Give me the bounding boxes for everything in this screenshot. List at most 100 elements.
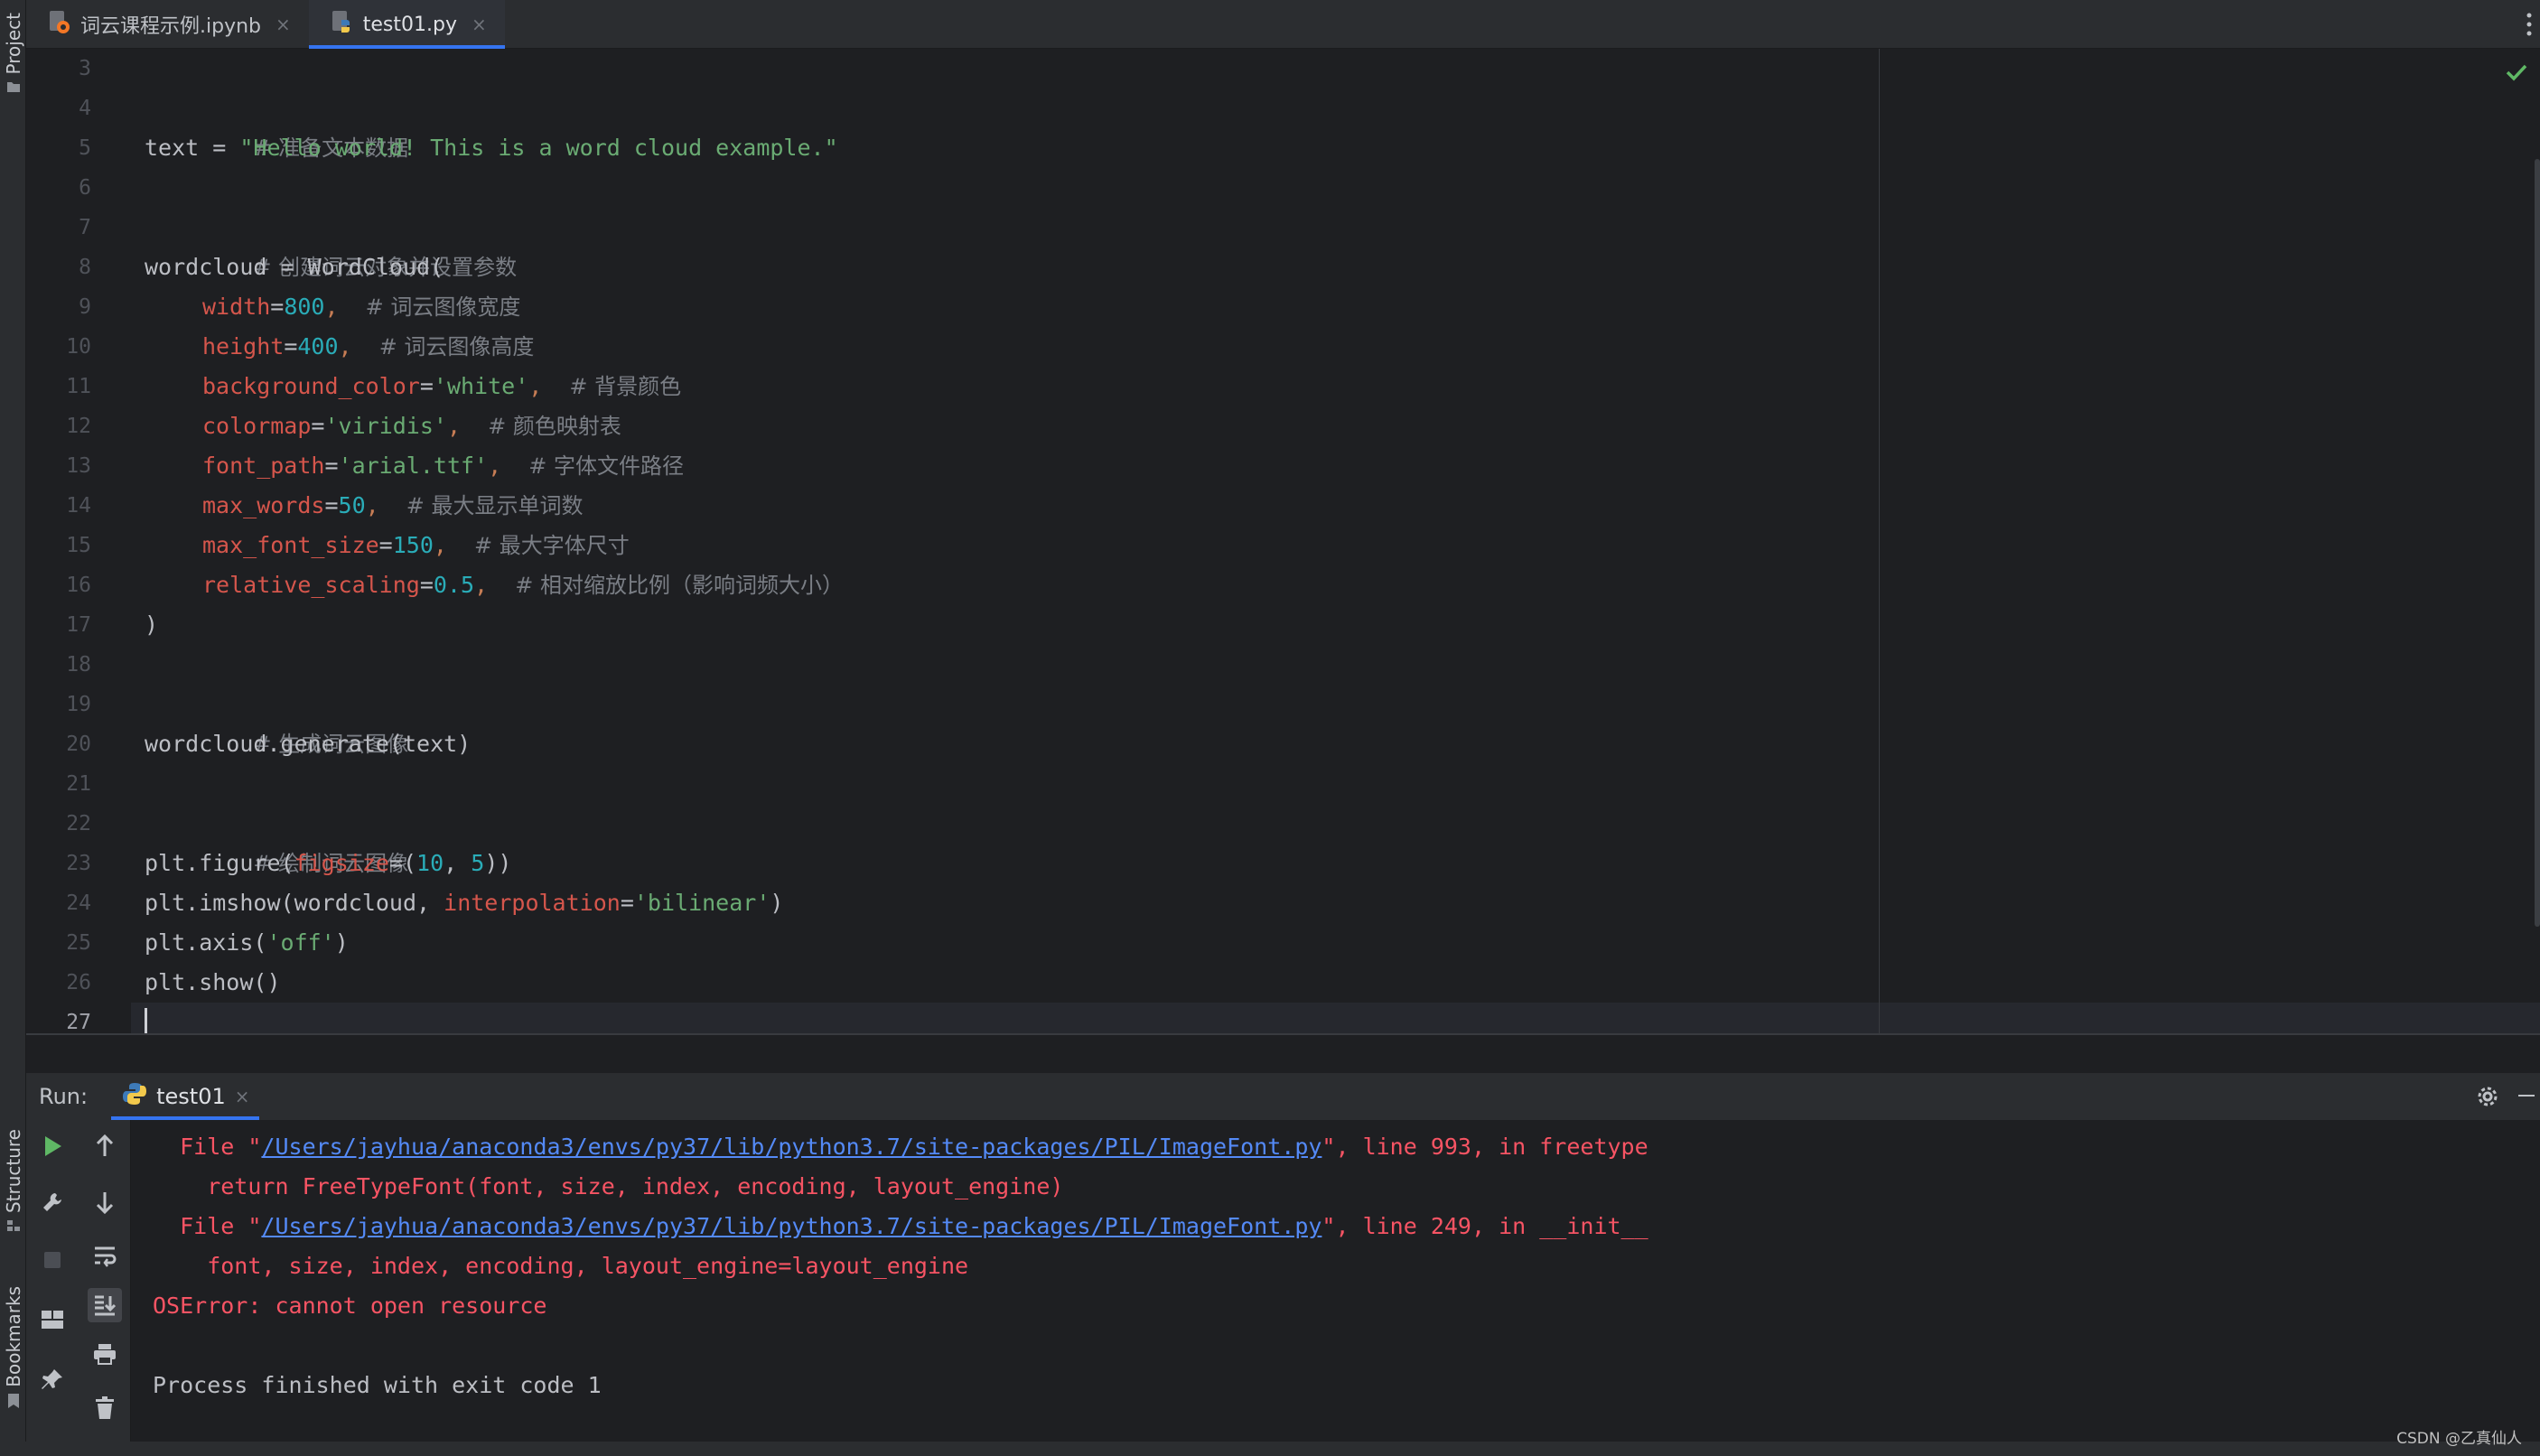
run-tab-test01[interactable]: test01 × — [111, 1073, 259, 1120]
rerun-icon[interactable] — [39, 1133, 66, 1160]
code-token: = — [378, 532, 393, 558]
code-string: 'off' — [266, 929, 335, 956]
arrow-up-icon[interactable] — [91, 1133, 118, 1160]
project-tool-label: Project — [2, 13, 24, 75]
wrench-icon[interactable] — [39, 1189, 66, 1216]
line-number: 5 — [79, 136, 91, 160]
code-comment: # 相对缩放比例（影响词频大小） — [515, 573, 844, 598]
status-bar — [0, 1442, 2540, 1456]
code-line: plt.imshow(wordcloud, interpolation='bil… — [145, 883, 783, 923]
code-line: plt.show() — [145, 963, 281, 1003]
code-token: , — [488, 453, 529, 479]
code-param: height — [202, 333, 285, 359]
code-line: plt.figure(figsize=(10, 5)) — [145, 844, 511, 883]
structure-icon — [6, 1218, 21, 1237]
tab-notebook-label: 词云课程示例.ipynb — [80, 15, 261, 38]
soft-wrap-icon[interactable] — [91, 1243, 118, 1270]
bookmarks-tool-button[interactable]: Bookmarks — [0, 1286, 26, 1413]
line-number: 26 — [66, 971, 91, 994]
tab-test01[interactable]: test01.py × — [308, 0, 505, 49]
tab-notebook[interactable]: 词云课程示例.ipynb × — [26, 0, 309, 49]
python-file-icon — [329, 9, 354, 40]
run-tab-label: test01 — [156, 1084, 226, 1109]
line-number: 9 — [79, 295, 91, 319]
code-param: colormap — [202, 413, 312, 439]
code-line: text = "Hello world! This is a word clou… — [145, 128, 838, 168]
scroll-to-end-icon[interactable] — [88, 1288, 122, 1322]
line-number: 17 — [66, 613, 91, 637]
print-icon[interactable] — [91, 1340, 118, 1367]
code-line: wordcloud = WordCloud( — [145, 247, 444, 287]
code-string: 'white' — [433, 373, 529, 399]
code-token: plt.show() — [145, 969, 281, 995]
close-icon[interactable]: × — [235, 1086, 250, 1107]
code-editor[interactable]: 3 4 5 6 7 8 9 10 11 12 13 14 15 16 17 18… — [26, 49, 2540, 1033]
file-link[interactable]: /Users/jayhua/anaconda3/envs/py37/lib/py… — [261, 1213, 1321, 1239]
code-line: max_font_size=150, # 最大字体尺寸 — [202, 526, 630, 565]
editor-scrollbar[interactable] — [2535, 159, 2540, 927]
code-token: text — [145, 135, 200, 161]
panel-splitter[interactable] — [26, 1033, 2540, 1073]
code-number: 0.5 — [433, 572, 475, 598]
editor-tab-bar: 词云课程示例.ipynb × test01.py × — [26, 0, 2540, 49]
structure-tool-button[interactable]: Structure — [0, 1129, 26, 1237]
console-output[interactable]: File "/Users/jayhua/anaconda3/envs/py37/… — [153, 1120, 2540, 1442]
console-line: return FreeTypeFont(font, size, index, e… — [153, 1173, 1064, 1199]
code-area[interactable]: # 准备文本数据 text = "Hello world! This is a … — [145, 49, 2540, 1033]
gear-icon[interactable] — [2475, 1084, 2500, 1113]
line-number: 13 — [66, 454, 91, 478]
code-comment: # 最大字体尺寸 — [474, 533, 630, 558]
trash-icon[interactable] — [91, 1395, 118, 1422]
console-text: ", line 993, in freetype — [1321, 1134, 1648, 1160]
code-token: plt.axis( — [145, 929, 267, 956]
code-number: 5 — [471, 850, 485, 876]
line-number: 14 — [66, 494, 91, 518]
code-line: wordcloud.generate(text) — [145, 724, 471, 764]
code-number: 50 — [338, 492, 366, 518]
code-token: = — [270, 294, 285, 320]
code-line: plt.axis('off') — [145, 923, 349, 963]
stop-icon[interactable] — [39, 1246, 66, 1274]
line-number: 3 — [79, 57, 91, 80]
close-icon[interactable]: × — [275, 14, 291, 35]
text-caret — [145, 1008, 147, 1033]
line-number-current: 27 — [66, 1011, 91, 1033]
code-string: 'arial.ttf' — [338, 453, 489, 479]
code-string: "Hello world! This is a word cloud examp… — [239, 135, 838, 161]
code-token: , — [365, 492, 406, 518]
layout-icon[interactable] — [39, 1306, 66, 1333]
code-comment: # 词云图像宽度 — [365, 294, 521, 320]
console-exit-line: Process finished with exit code 1 — [153, 1372, 602, 1398]
bookmarks-tool-label: Bookmarks — [2, 1286, 24, 1387]
line-number: 16 — [66, 574, 91, 597]
code-token: =( — [388, 850, 417, 876]
more-vertical-icon[interactable] — [2524, 11, 2535, 38]
arrow-down-icon[interactable] — [91, 1189, 118, 1216]
code-line: # 生成词云图像 — [145, 685, 408, 757]
code-token: = — [324, 492, 339, 518]
code-param: interpolation — [444, 890, 621, 916]
code-token: = — [620, 890, 634, 916]
line-number: 6 — [79, 176, 91, 200]
file-link[interactable]: /Users/jayhua/anaconda3/envs/py37/lib/py… — [261, 1134, 1321, 1160]
code-token: ) — [145, 611, 159, 638]
run-panel: File "/Users/jayhua/anaconda3/envs/py37/… — [26, 1120, 2540, 1442]
structure-tool-label: Structure — [2, 1129, 24, 1214]
pin-icon[interactable] — [39, 1366, 66, 1393]
line-number: 12 — [66, 415, 91, 438]
project-tool-button[interactable]: Project — [0, 13, 26, 97]
line-number: 15 — [66, 534, 91, 557]
code-number: 400 — [297, 333, 339, 359]
minimize-icon[interactable] — [2518, 1095, 2535, 1097]
code-line: width=800, # 词云图像宽度 — [202, 287, 520, 327]
code-number: 10 — [416, 850, 444, 876]
line-number: 8 — [79, 256, 91, 279]
line-number: 24 — [66, 891, 91, 915]
code-token: = — [419, 373, 434, 399]
code-string: 'viridis' — [324, 413, 447, 439]
close-icon[interactable]: × — [472, 14, 487, 35]
code-line: ) — [145, 605, 158, 645]
watermark: CSDN @乙真仙人 — [2396, 1430, 2522, 1448]
line-number: 7 — [79, 216, 91, 239]
check-icon[interactable] — [2506, 63, 2527, 85]
